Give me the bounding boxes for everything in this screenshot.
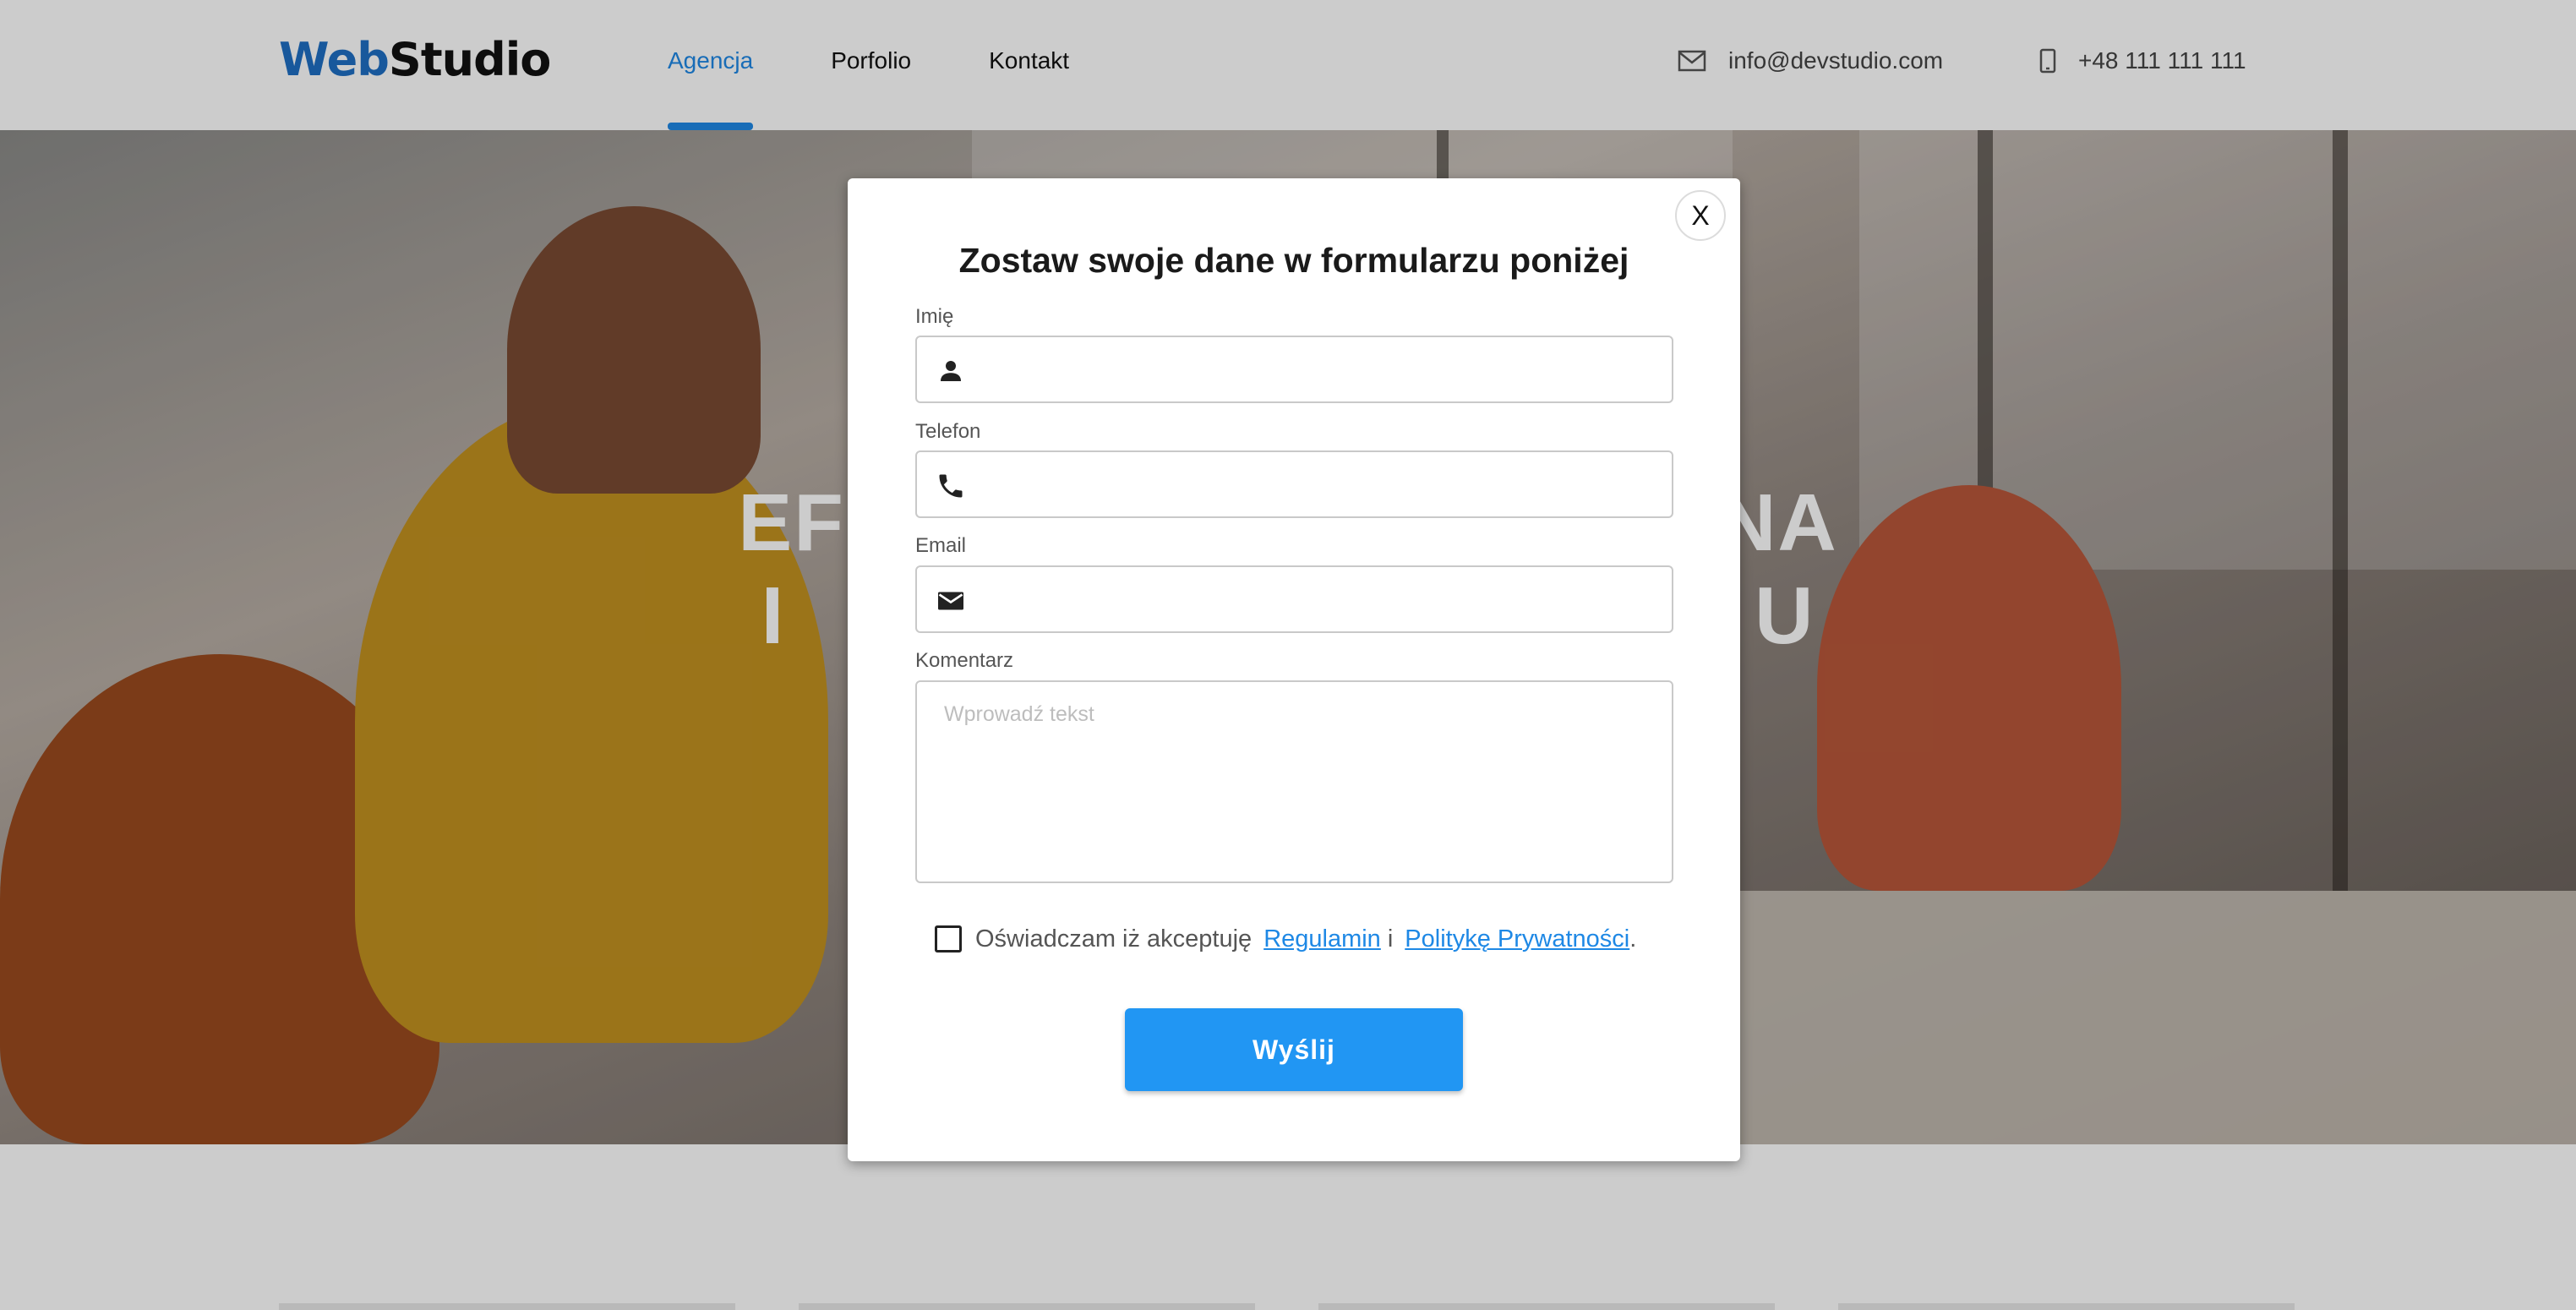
consent-period: . (1629, 925, 1637, 952)
name-input[interactable] (983, 337, 1659, 401)
person-icon (941, 361, 961, 381)
email-input[interactable] (983, 567, 1659, 631)
consent-text: Oświadczam iż akceptuję (975, 925, 1253, 952)
email-field[interactable] (915, 565, 1673, 633)
phone-icon (939, 474, 963, 498)
comment-textarea[interactable] (917, 682, 1672, 882)
modal-title: Zostaw swoje dane w formularzu poniżej (958, 241, 1629, 280)
consent-checkbox[interactable] (935, 925, 962, 952)
comment-label: Komentarz (915, 649, 1014, 672)
privacy-policy-link[interactable]: Politykę Prywatności (1405, 925, 1629, 953)
terms-link[interactable]: Regulamin (1263, 925, 1381, 953)
phone-input[interactable] (983, 452, 1659, 516)
submit-button[interactable]: Wyślij (1125, 1008, 1463, 1091)
name-field[interactable] (915, 336, 1673, 403)
consent-row: Oświadczam iż akceptuję Regulamin i Poli… (935, 922, 1636, 956)
envelope-icon (938, 592, 963, 610)
close-button[interactable]: X (1675, 190, 1726, 241)
phone-field[interactable] (915, 450, 1673, 518)
consent-conjunction: i (1387, 925, 1394, 952)
email-label: Email (915, 534, 967, 557)
contact-form-modal: X Zostaw swoje dane w formularzu poniżej… (848, 178, 1740, 1161)
name-label: Imię (915, 305, 954, 328)
comment-field[interactable] (915, 680, 1673, 883)
phone-label: Telefon (915, 420, 981, 443)
